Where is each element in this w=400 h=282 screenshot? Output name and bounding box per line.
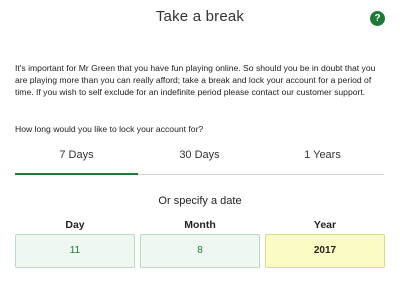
day-label: Day: [65, 219, 85, 231]
tab-30-days[interactable]: 30 Days: [138, 138, 261, 174]
month-field-group: Month 8: [140, 219, 260, 268]
date-fields: Day 11 Month 8 Year 2017: [15, 219, 385, 268]
intro-text: It's important for Mr Green that you hav…: [15, 63, 376, 97]
year-input[interactable]: 2017: [265, 234, 385, 268]
dialog-header: Take a break ?: [0, 0, 400, 36]
year-field-group: Year 2017: [265, 219, 385, 268]
lock-duration-question: How long would you like to lock your acc…: [15, 124, 204, 134]
specify-date-heading: Or specify a date: [158, 195, 242, 207]
month-label: Month: [184, 219, 216, 231]
page-title: Take a break: [155, 8, 245, 25]
year-label: Year: [313, 219, 337, 231]
tab-1-years[interactable]: 1 Years: [261, 138, 384, 174]
tab-7-days[interactable]: 7 Days: [15, 138, 138, 175]
day-input[interactable]: 11: [15, 234, 135, 268]
duration-tabs: 7 Days 30 Days 1 Years: [15, 138, 384, 175]
month-input[interactable]: 8: [140, 234, 260, 268]
question-icon[interactable]: ?: [370, 11, 385, 26]
day-field-group: Day 11: [15, 219, 135, 268]
